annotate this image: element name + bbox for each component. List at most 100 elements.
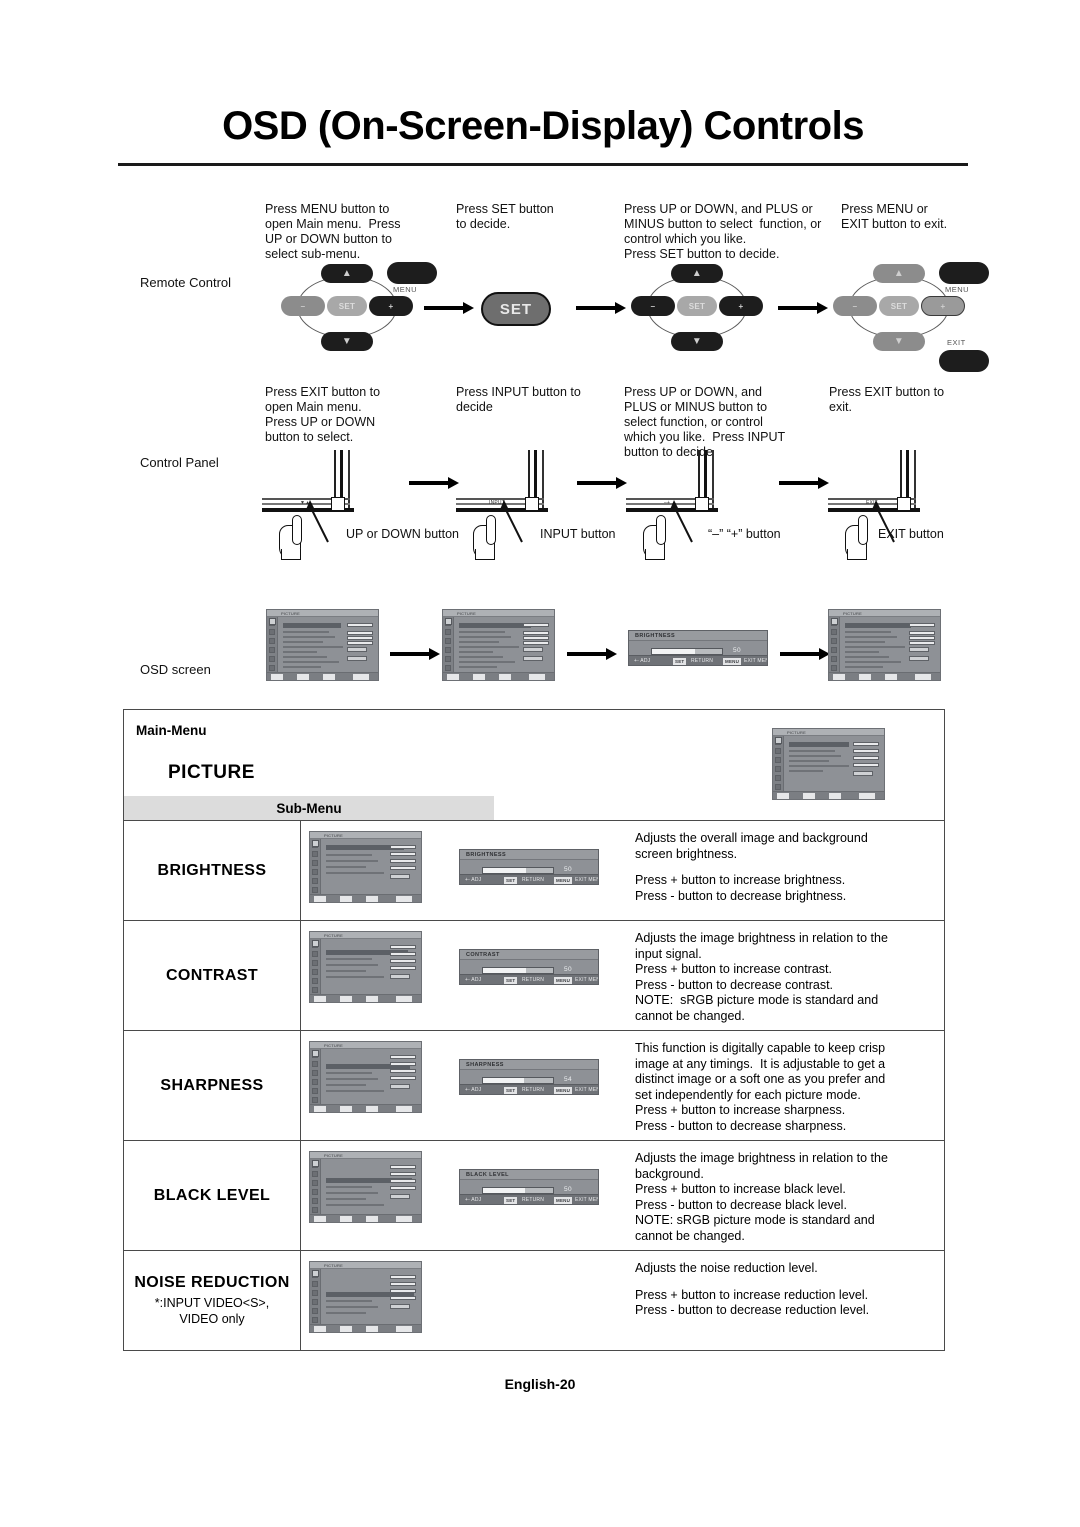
osd-foot-return: RETURN [522, 977, 545, 983]
submenu-cell: BRIGHTNESS [124, 821, 301, 920]
osd-foot-return: RETURN [522, 1087, 545, 1093]
osd-thumbnail-row: PICTURE [309, 1151, 422, 1223]
submenu-note: *:INPUT VIDEO<S>, VIDEO only [154, 1296, 270, 1326]
plus-key[interactable]: + [369, 296, 413, 316]
osd-dialog-value: 54 [564, 1076, 573, 1083]
plus-key[interactable]: + [921, 296, 965, 316]
flow-arrow-7 [390, 648, 440, 660]
screens-cell: PICTURE SHARPNESS 54 +- ADJ SET RETURN M… [301, 1031, 621, 1140]
remote-step-2-caption: Press SET button to decide. [456, 202, 554, 231]
osd-foot-adj: +- ADJ [465, 1087, 482, 1093]
main-menu-label: Main-Menu [136, 723, 207, 738]
exit-key-label: EXIT [947, 338, 966, 347]
remote-step-1-caption: Press MENU button to open Main menu. Pres… [265, 202, 401, 261]
plus-key[interactable]: + [719, 296, 763, 316]
osd-dialog-row: SHARPNESS 54 +- ADJ SET RETURN MENU EXIT… [459, 1059, 599, 1095]
osd-controls-table: Main-Menu PICTURE Sub-Menu PICTURE BRIGH… [123, 709, 945, 1351]
submenu-name: CONTRAST [165, 966, 259, 984]
osd-screen-row-label: OSD screen [140, 662, 211, 677]
description-cell: Adjusts the image brightness in relation… [621, 921, 944, 1030]
remote-cluster-3: ▲ ▼ – + SET MENU EXIT [833, 262, 989, 372]
up-key[interactable]: ▲ [873, 264, 925, 283]
pointer-arrow-2 [499, 500, 523, 543]
description-cell: Adjusts the noise reduction level. Press… [621, 1251, 944, 1350]
menu-key[interactable] [939, 262, 989, 284]
description-para: This function is digitally capable to ke… [635, 1041, 886, 1133]
osd-dialog-value: 50 [564, 966, 573, 973]
remote-step-4-caption: Press MENU or EXIT button to exit. [841, 202, 948, 231]
minus-key[interactable]: – [631, 296, 675, 316]
screens-cell: PICTURE BLACK LEVEL 50 +- ADJ SET RETURN… [301, 1141, 621, 1250]
flow-arrow-3 [778, 302, 828, 314]
panel-caption-3: “–” “+” button [708, 527, 781, 541]
osd-dialog-row: BLACK LEVEL 50 +- ADJ SET RETURN MENU EX… [459, 1169, 599, 1205]
remote-control-row-label: Remote Control [140, 275, 232, 290]
osd-dialog-brightness-flow: BRIGHTNESS 50 +- ADJ SET RETURN MENU EXI… [628, 630, 768, 666]
osd-foot-set-key: SET [504, 1086, 518, 1094]
minus-key[interactable]: – [281, 296, 325, 316]
sub-menu-header: Sub-Menu [124, 796, 494, 820]
document-page: OSD (On-Screen-Display) Controls Press M… [0, 0, 1080, 1527]
osd-thumbnail-row: PICTURE [309, 931, 422, 1003]
set-key[interactable]: SET [327, 296, 367, 316]
osd-foot-set-key: SET [673, 657, 687, 665]
osd-thumbnail-row: PICTURE [309, 831, 422, 903]
submenu-name: SHARPNESS [160, 1076, 264, 1094]
osd-foot-menu-key: MENU [554, 876, 573, 884]
osd-foot-adj: +- ADJ [465, 1197, 482, 1203]
set-key[interactable]: SET [879, 296, 919, 316]
osd-thumbnail-main-menu-3: PICTURE [828, 609, 941, 681]
submenu-cell: CONTRAST [124, 921, 301, 1030]
menu-key-label: MENU [945, 285, 970, 294]
description-cell: This function is digitally capable to ke… [621, 1031, 944, 1140]
remote-step-3-caption: Press UP or DOWN, and PLUS or MINUS butto… [624, 202, 822, 261]
flow-arrow-4 [409, 477, 459, 489]
osd-dialog-title: BRIGHTNESS [466, 851, 507, 858]
flow-arrow-9 [780, 648, 830, 660]
osd-dialog-row: BRIGHTNESS 50 +- ADJ SET RETURN MENU EXI… [459, 849, 599, 885]
table-header: Main-Menu PICTURE Sub-Menu PICTURE [124, 710, 944, 820]
osd-foot-adj: +- ADJ [465, 977, 482, 983]
table-row: BRIGHTNESS PICTURE BRIGHTNESS 50 +- ADJ … [124, 820, 944, 920]
flow-arrow-2 [576, 302, 626, 314]
screens-cell: PICTURE [301, 1251, 621, 1350]
minus-key[interactable]: – [833, 296, 877, 316]
osd-foot-exit: EXIT MENU [575, 977, 598, 983]
osd-thumbnail-row: PICTURE [309, 1261, 422, 1333]
osd-foot-return: RETURN [522, 877, 545, 883]
panel-step-4-caption: Press EXIT button to exit. [829, 385, 945, 414]
submenu-cell: NOISE REDUCTION *:INPUT VIDEO<S>, VIDEO o… [124, 1251, 301, 1350]
screens-cell: PICTURE BRIGHTNESS 50 +- ADJ SET RETURN … [301, 821, 621, 920]
down-key[interactable]: ▼ [321, 332, 373, 351]
description-para: Press + button to increase reduction lev… [635, 1287, 870, 1318]
flow-arrow-5 [577, 477, 627, 489]
pointer-arrow-1 [305, 500, 329, 543]
menu-key[interactable] [387, 262, 437, 284]
description-cell: Adjusts the overall image and background… [621, 821, 944, 920]
title-divider [118, 163, 968, 166]
description-para: Adjusts the image brightness in relation… [635, 1151, 888, 1243]
down-key[interactable]: ▼ [873, 332, 925, 351]
set-key[interactable]: SET [677, 296, 717, 316]
up-key[interactable]: ▲ [671, 264, 723, 283]
osd-dialog-value: 50 [564, 866, 573, 873]
menu-key-label: MENU [393, 285, 418, 294]
osd-thumbnail-main-menu-1: PICTURE [266, 609, 379, 681]
submenu-name: BLACK LEVEL [153, 1186, 271, 1204]
osd-foot-exit: EXIT MENU [575, 877, 598, 883]
osd-foot-set-key: SET [504, 1196, 518, 1204]
remote-cluster-1: ▲ ▼ – + SET MENU [281, 262, 437, 354]
description-para: Adjusts the overall image and background… [635, 831, 868, 861]
description-para: Adjusts the image brightness in relation… [635, 931, 888, 1023]
osd-foot-menu-key: MENU [723, 657, 742, 665]
osd-dialog-title: SHARPNESS [466, 1061, 504, 1068]
page-footer: English-20 [504, 1376, 576, 1392]
up-key[interactable]: ▲ [321, 264, 373, 283]
exit-key[interactable] [939, 350, 989, 372]
big-set-button[interactable]: SET [481, 292, 551, 326]
osd-foot-exit: EXIT MENU [575, 1087, 598, 1093]
screens-cell: PICTURE CONTRAST 50 +- ADJ SET RETURN ME… [301, 921, 621, 1030]
submenu-cell: SHARPNESS [124, 1031, 301, 1140]
table-row: NOISE REDUCTION *:INPUT VIDEO<S>, VIDEO o… [124, 1250, 944, 1350]
down-key[interactable]: ▼ [671, 332, 723, 351]
